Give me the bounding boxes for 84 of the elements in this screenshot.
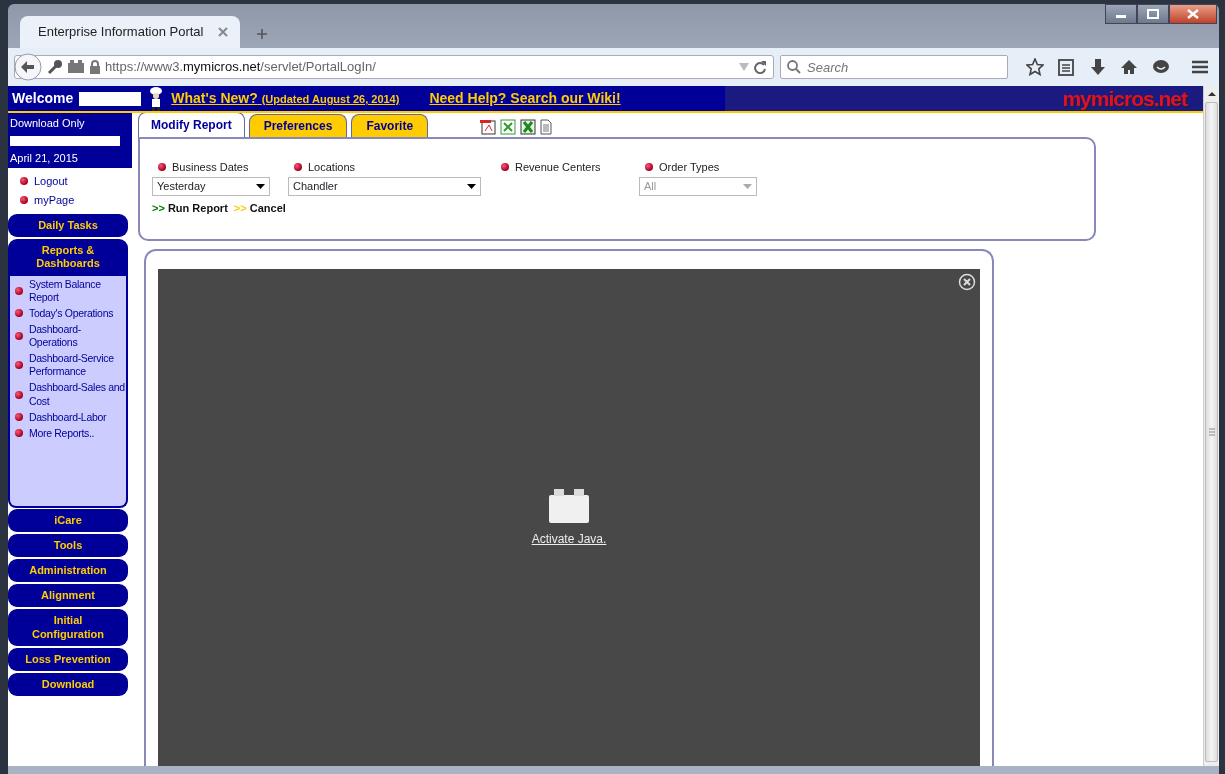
- section-button[interactable]: Reports & Dashboards: [8, 239, 128, 276]
- spreadsheet-icon[interactable]: [520, 119, 537, 135]
- filter-label: Revenue Centers: [515, 159, 601, 175]
- dropdown-field: All: [639, 177, 757, 196]
- action-link[interactable]: >> Cancel: [233, 200, 286, 217]
- bullet-icon: [645, 163, 653, 171]
- date-text: April 21, 2015: [10, 150, 79, 166]
- welcome-text: Welcome: [12, 89, 74, 108]
- section-button[interactable]: Administration: [8, 558, 128, 583]
- caret-icon: [467, 184, 476, 189]
- section-button[interactable]: Download: [8, 672, 128, 697]
- document-icon[interactable]: [540, 119, 553, 135]
- download-icon[interactable]: [1089, 58, 1106, 76]
- bullet-icon: [15, 390, 23, 399]
- close-button[interactable]: [1169, 4, 1217, 24]
- report-tab[interactable]: Preferences: [248, 114, 348, 137]
- key-icon[interactable]: [47, 59, 63, 75]
- dropdown-field[interactable]: Chandler: [288, 177, 481, 196]
- bullet-icon: [15, 429, 23, 438]
- bullet-icon: [294, 163, 302, 171]
- bullet-icon: [20, 177, 28, 186]
- plugin-icon[interactable]: [67, 60, 85, 74]
- bullet-icon: [501, 163, 509, 171]
- report-link[interactable]: Dashboard-Operations: [29, 322, 126, 350]
- filter-label: Order Types: [659, 159, 720, 175]
- new-tab-icon[interactable]: [256, 28, 268, 40]
- grip-icon: [1208, 428, 1215, 436]
- scroll-thumb[interactable]: [1205, 102, 1218, 762]
- report-link[interactable]: Dashboard-Sales and Cost: [29, 381, 126, 408]
- search-field[interactable]: Search: [780, 55, 1008, 79]
- caret-icon: [256, 184, 265, 189]
- report-tab[interactable]: Modify Report: [138, 113, 245, 137]
- bullet-icon: [15, 286, 23, 295]
- section-button[interactable]: Initial Configuration: [8, 609, 128, 646]
- scroll-up-icon[interactable]: [1207, 90, 1216, 98]
- lock-icon: [89, 60, 101, 74]
- bullet-icon: [15, 332, 23, 341]
- maximize-button[interactable]: [1137, 4, 1169, 24]
- scrollbar[interactable]: [1203, 86, 1219, 766]
- reload-icon[interactable]: [753, 60, 767, 74]
- sidebar-link[interactable]: myPage: [34, 191, 75, 208]
- section-button[interactable]: iCare: [8, 508, 128, 532]
- activate-java-link[interactable]: Activate Java.: [531, 529, 607, 548]
- action-link[interactable]: >> Run Report: [152, 200, 228, 217]
- report-link[interactable]: Dashboard-Labor: [29, 410, 107, 424]
- chat-icon[interactable]: [1151, 59, 1170, 75]
- sidebar-link[interactable]: Logout: [34, 173, 68, 190]
- section-button[interactable]: Loss Prevention: [8, 647, 128, 671]
- bullet-icon: [20, 195, 28, 204]
- back-icon[interactable]: [13, 52, 43, 82]
- report-tab[interactable]: Favorite: [351, 114, 429, 137]
- spreadsheet-icon[interactable]: [500, 119, 517, 135]
- redacted-name: [79, 91, 142, 106]
- plugin-icon: [548, 487, 590, 524]
- home-icon[interactable]: [1120, 59, 1139, 75]
- browser-tab[interactable]: Enterprise Information Portal: [20, 16, 240, 48]
- filter-label: Locations: [308, 159, 356, 175]
- report-link[interactable]: Today's Operations: [29, 306, 114, 320]
- pdf-icon[interactable]: [480, 119, 497, 135]
- report-link[interactable]: Dashboard-Service Performance: [29, 352, 126, 379]
- menu-icon[interactable]: [1191, 59, 1210, 75]
- logo: mymicros.net: [1062, 86, 1187, 112]
- report-link[interactable]: More Reports..: [29, 426, 95, 440]
- report-link[interactable]: System Balance Report: [29, 277, 126, 304]
- close-icon: [1187, 9, 1199, 19]
- minimize-button[interactable]: [1105, 4, 1137, 24]
- account-text: Download Only: [10, 116, 86, 131]
- close-tab-icon[interactable]: [218, 27, 228, 37]
- maximize-icon: [1147, 9, 1159, 19]
- star-icon[interactable]: [1025, 58, 1044, 76]
- caret-icon: [743, 184, 752, 189]
- dropdown-field[interactable]: Yesterday: [152, 177, 270, 196]
- whats-new-link[interactable]: What's New? (Updated August 26, 2014): [171, 88, 400, 109]
- filter-label: Business Dates: [172, 159, 249, 175]
- section-button[interactable]: Daily Tasks: [8, 214, 128, 238]
- section-button[interactable]: Alignment: [8, 584, 128, 608]
- bullet-icon: [15, 361, 23, 370]
- close-icon[interactable]: [958, 273, 976, 291]
- reading-list-icon[interactable]: [1058, 58, 1075, 76]
- section-button[interactable]: Tools: [8, 533, 128, 557]
- help-link[interactable]: Need Help? Search our Wiki!: [429, 88, 621, 109]
- bullet-icon: [15, 413, 23, 422]
- bullet-icon: [158, 163, 166, 171]
- bullet-icon: [15, 309, 23, 318]
